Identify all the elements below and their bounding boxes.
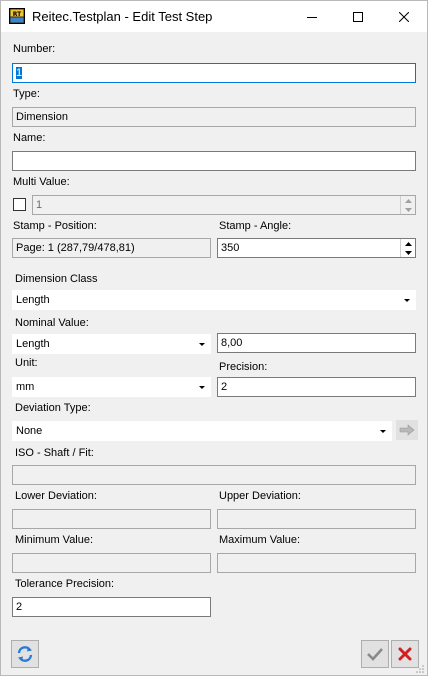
ok-button[interactable] [361, 640, 389, 668]
stamp-position-field: Page: 1 (287,79/478,81) [12, 238, 211, 258]
lower-deviation-label: Lower Deviation: [15, 490, 97, 502]
deviation-type-label: Deviation Type: [15, 402, 91, 414]
type-label: Type: [13, 88, 40, 100]
resize-grip-icon[interactable] [415, 663, 425, 673]
chevron-down-icon [197, 377, 207, 397]
unit-label: Unit: [15, 357, 38, 369]
dimension-class-label: Dimension Class [15, 273, 98, 285]
precision-label: Precision: [219, 361, 268, 373]
multi-value-spinner: 1 [32, 195, 416, 215]
checkmark-icon [367, 648, 383, 661]
app-logo-icon: RT [9, 8, 25, 24]
deviation-apply-button[interactable] [396, 420, 418, 440]
precision-input[interactable]: 2 [217, 377, 416, 397]
edit-test-step-window: RT Reitec.Testplan - Edit Test Step Numb… [0, 0, 428, 676]
title-bar: RT Reitec.Testplan - Edit Test Step [1, 1, 427, 32]
minimize-button[interactable] [289, 1, 335, 32]
tolerance-precision-label: Tolerance Precision: [15, 578, 115, 590]
spin-down-button[interactable] [401, 248, 415, 257]
stamp-angle-spinner[interactable]: 350 [217, 238, 416, 258]
refresh-button[interactable] [11, 640, 39, 668]
type-field: Dimension [12, 107, 416, 127]
window-title: Reitec.Testplan - Edit Test Step [32, 9, 213, 24]
lower-deviation-field [12, 509, 211, 529]
maximum-value-label: Maximum Value: [219, 534, 301, 546]
svg-text:RT: RT [13, 11, 22, 18]
chevron-down-icon [378, 421, 388, 441]
maximize-button[interactable] [335, 1, 381, 32]
unit-dropdown[interactable]: mm [12, 377, 211, 397]
chevron-down-icon [197, 334, 207, 354]
multi-value-checkbox[interactable] [13, 198, 26, 211]
name-input[interactable] [12, 151, 416, 171]
arrow-right-icon [399, 424, 415, 436]
close-icon [399, 11, 409, 22]
minimize-icon [307, 16, 317, 18]
multi-value-label: Multi Value: [13, 176, 70, 188]
minimum-value-field [12, 553, 211, 573]
close-x-icon [398, 647, 412, 661]
number-input[interactable]: 1 [12, 63, 416, 83]
number-label: Number: [13, 43, 56, 55]
upper-deviation-label: Upper Deviation: [219, 490, 301, 502]
refresh-icon [17, 646, 33, 662]
spin-up-icon [401, 196, 415, 205]
maximum-value-field [217, 553, 416, 573]
iso-shaft-fit-field [12, 465, 416, 485]
name-label: Name: [13, 132, 46, 144]
tolerance-precision-input[interactable]: 2 [12, 597, 211, 617]
minimum-value-label: Minimum Value: [15, 534, 94, 546]
nominal-type-dropdown[interactable]: Length [12, 334, 211, 354]
spin-down-icon [404, 250, 412, 255]
maximize-icon [353, 11, 363, 22]
close-window-button[interactable] [381, 1, 427, 32]
stamp-angle-label: Stamp - Angle: [219, 220, 292, 232]
spin-up-icon [404, 241, 412, 246]
stamp-position-label: Stamp - Position: [13, 220, 97, 232]
iso-shaft-fit-label: ISO - Shaft / Fit: [15, 447, 94, 459]
nominal-value-label: Nominal Value: [15, 317, 89, 329]
spin-up-button[interactable] [401, 239, 415, 248]
deviation-type-dropdown[interactable]: None [12, 421, 392, 441]
upper-deviation-field [217, 509, 416, 529]
dimension-class-dropdown[interactable]: Length [12, 290, 416, 310]
nominal-value-input[interactable]: 8,00 [217, 333, 416, 353]
spin-down-icon [401, 205, 415, 214]
chevron-down-icon [402, 290, 412, 310]
